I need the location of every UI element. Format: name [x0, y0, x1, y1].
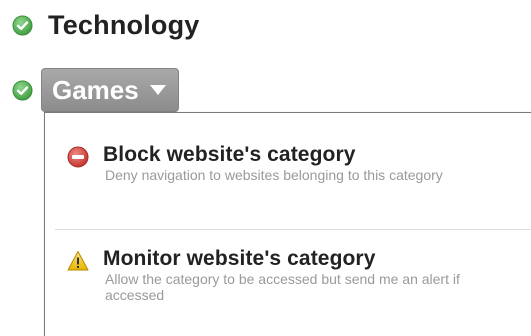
- check-circle-icon: [12, 80, 33, 101]
- games-dropdown-toggle[interactable]: Games: [41, 68, 179, 112]
- menu-divider: [55, 229, 531, 230]
- category-action-menu: Block website's category Deny navigation…: [44, 112, 531, 336]
- category-label: Games: [52, 74, 139, 105]
- option-title: Block website's category: [103, 143, 356, 166]
- option-description: Deny navigation to websites belonging to…: [105, 167, 443, 183]
- category-row-technology[interactable]: Technology: [12, 10, 200, 41]
- block-icon: [67, 146, 89, 168]
- option-description: Allow the category to be accessed but se…: [105, 271, 460, 303]
- category-label: Technology: [48, 10, 200, 40]
- category-panel: Technology Games Block website's categor…: [0, 0, 531, 336]
- warning-icon: [67, 250, 89, 272]
- caret-down-icon: [149, 85, 166, 95]
- check-circle-icon: [12, 15, 33, 36]
- option-title: Monitor website's category: [103, 247, 376, 270]
- category-row-games[interactable]: Games: [12, 68, 179, 112]
